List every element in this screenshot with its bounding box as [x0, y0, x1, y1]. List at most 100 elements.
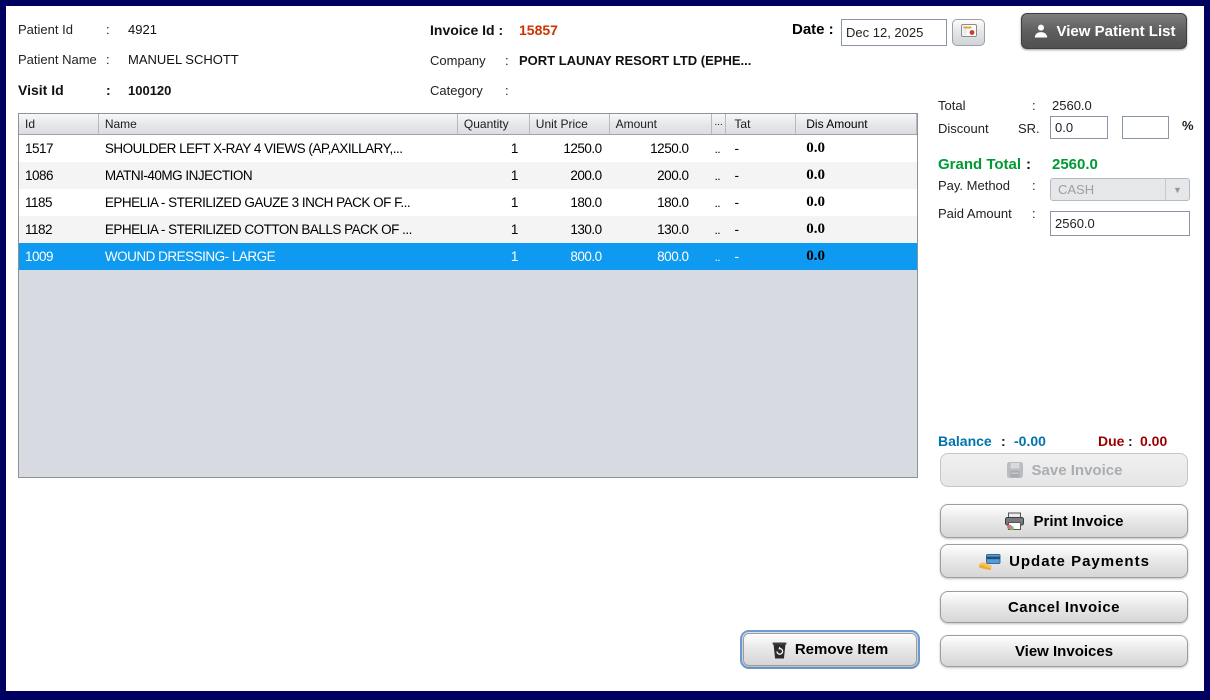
- table-row[interactable]: 1185EPHELIA - STERILIZED GAUZE 3 INCH PA…: [19, 189, 917, 216]
- grand-total-value: 2560.0: [1052, 156, 1098, 173]
- remove-item-button[interactable]: Remove Item: [743, 633, 917, 666]
- trash-icon: [772, 641, 787, 659]
- grand-total-label: Grand Total: [938, 156, 1021, 173]
- pay-method-label: Pay. Method: [938, 178, 1010, 193]
- column-header-dis-amount: Dis Amount: [796, 114, 917, 134]
- balance-value: -0.00: [1014, 433, 1046, 449]
- cell-unit_price: 200.0: [530, 168, 610, 183]
- cell-tat: -: [726, 195, 796, 210]
- update-payments-button[interactable]: Update Payments: [940, 544, 1188, 578]
- patient-name-value: MANUEL SCHOTT: [128, 52, 239, 67]
- printer-icon: [1004, 512, 1025, 531]
- company-label: Company: [430, 53, 486, 68]
- column-header-more: ...: [712, 114, 726, 134]
- table-row[interactable]: 1182EPHELIA - STERILIZED COTTON BALLS PA…: [19, 216, 917, 243]
- table-row[interactable]: 1009WOUND DRESSING- LARGE1800.0800.0..-0…: [19, 243, 917, 270]
- cell-unit_price: 180.0: [530, 195, 610, 210]
- view-invoices-label: View Invoices: [1015, 643, 1113, 660]
- cell-dis_amount: 0.0: [796, 167, 917, 184]
- balance-label: Balance: [938, 433, 992, 449]
- currency-label: SR.: [1018, 121, 1040, 136]
- save-invoice-label: Save Invoice: [1032, 462, 1123, 479]
- paid-amount-input[interactable]: [1050, 211, 1190, 236]
- column-header-amount: Amount: [610, 114, 713, 134]
- patient-name-label: Patient Name: [18, 52, 97, 67]
- cell-unit_price: 1250.0: [530, 141, 610, 156]
- cell-tat: -: [726, 168, 796, 183]
- discount-percent-input[interactable]: [1122, 116, 1169, 139]
- cancel-invoice-button[interactable]: Cancel Invoice: [940, 591, 1188, 623]
- colon: :: [1026, 156, 1031, 173]
- cell-more: ..: [712, 223, 726, 237]
- cell-name: MATNI-40MG INJECTION: [99, 168, 458, 183]
- table-row[interactable]: 1086MATNI-40MG INJECTION1200.0200.0..-0.…: [19, 162, 917, 189]
- colon: :: [505, 83, 509, 98]
- column-header-unit-price: Unit Price: [530, 114, 610, 134]
- discount-amount-input[interactable]: [1050, 116, 1108, 139]
- colon: :: [1001, 433, 1006, 449]
- table-body: 1517SHOULDER LEFT X-RAY 4 VIEWS (AP,AXIL…: [19, 135, 917, 270]
- cell-quantity: 1: [458, 141, 530, 156]
- table-row[interactable]: 1517SHOULDER LEFT X-RAY 4 VIEWS (AP,AXIL…: [19, 135, 917, 162]
- cell-unit_price: 800.0: [530, 249, 610, 264]
- remove-item-label: Remove Item: [795, 641, 888, 658]
- remove-item-focus-ring: Remove Item: [740, 630, 920, 669]
- pay-method-select[interactable]: CASH ▼: [1050, 178, 1190, 201]
- cell-quantity: 1: [458, 222, 530, 237]
- discount-label: Discount: [938, 121, 989, 136]
- chevron-down-icon: ▼: [1165, 179, 1189, 200]
- cell-amount: 1250.0: [610, 141, 713, 156]
- category-label: Category: [430, 83, 483, 98]
- visit-id-label: Visit Id: [18, 82, 64, 98]
- cell-name: EPHELIA - STERILIZED COTTON BALLS PACK O…: [99, 222, 458, 237]
- colon: :: [1032, 206, 1036, 221]
- colon: :: [505, 53, 509, 68]
- colon: :: [106, 52, 110, 67]
- cell-quantity: 1: [458, 249, 530, 264]
- column-header-tat: Tat: [726, 114, 796, 134]
- cell-tat: -: [726, 141, 796, 156]
- print-invoice-button[interactable]: Print Invoice: [940, 504, 1188, 538]
- colon: :: [1128, 433, 1133, 449]
- colon: :: [106, 22, 110, 37]
- cell-name: EPHELIA - STERILIZED GAUZE 3 INCH PACK O…: [99, 195, 458, 210]
- update-payments-label: Update Payments: [1009, 553, 1150, 570]
- pay-method-value: CASH: [1051, 182, 1165, 197]
- person-icon: [1033, 23, 1049, 39]
- column-header-name: Name: [99, 114, 458, 134]
- cell-unit_price: 130.0: [530, 222, 610, 237]
- cell-tat: -: [726, 249, 796, 264]
- cell-name: SHOULDER LEFT X-RAY 4 VIEWS (AP,AXILLARY…: [99, 141, 458, 156]
- cell-quantity: 1: [458, 168, 530, 183]
- cell-dis_amount: 0.0: [796, 194, 917, 211]
- colon: :: [1032, 178, 1036, 193]
- invoice-items-table: Id Name Quantity Unit Price Amount ... T…: [18, 113, 918, 478]
- view-patient-list-label: View Patient List: [1057, 23, 1176, 40]
- save-icon: [1006, 461, 1024, 479]
- percent-sign: %: [1182, 118, 1194, 133]
- cancel-invoice-label: Cancel Invoice: [1008, 599, 1120, 616]
- save-invoice-button[interactable]: Save Invoice: [940, 453, 1188, 487]
- date-input[interactable]: [841, 19, 947, 46]
- due-value: 0.00: [1140, 433, 1167, 449]
- view-patient-list-button[interactable]: View Patient List: [1021, 13, 1187, 49]
- colon: :: [1032, 98, 1036, 113]
- calendar-icon: [961, 24, 977, 42]
- cell-quantity: 1: [458, 195, 530, 210]
- company-value: PORT LAUNAY RESORT LTD (EPHE...: [519, 53, 751, 68]
- cell-more: ..: [712, 196, 726, 210]
- table-header: Id Name Quantity Unit Price Amount ... T…: [19, 114, 917, 135]
- cell-id: 1517: [19, 141, 99, 156]
- view-invoices-button[interactable]: View Invoices: [940, 635, 1188, 667]
- invoice-id-label: Invoice Id :: [430, 22, 503, 38]
- calendar-button[interactable]: [952, 19, 985, 46]
- cell-more: ..: [712, 169, 726, 183]
- cell-id: 1182: [19, 222, 99, 237]
- print-invoice-label: Print Invoice: [1033, 513, 1123, 530]
- invoice-id-value: 15857: [519, 22, 558, 38]
- cell-id: 1086: [19, 168, 99, 183]
- cell-id: 1185: [19, 195, 99, 210]
- patient-id-label: Patient Id: [18, 22, 73, 37]
- cell-amount: 200.0: [610, 168, 713, 183]
- payment-icon: [978, 553, 1001, 570]
